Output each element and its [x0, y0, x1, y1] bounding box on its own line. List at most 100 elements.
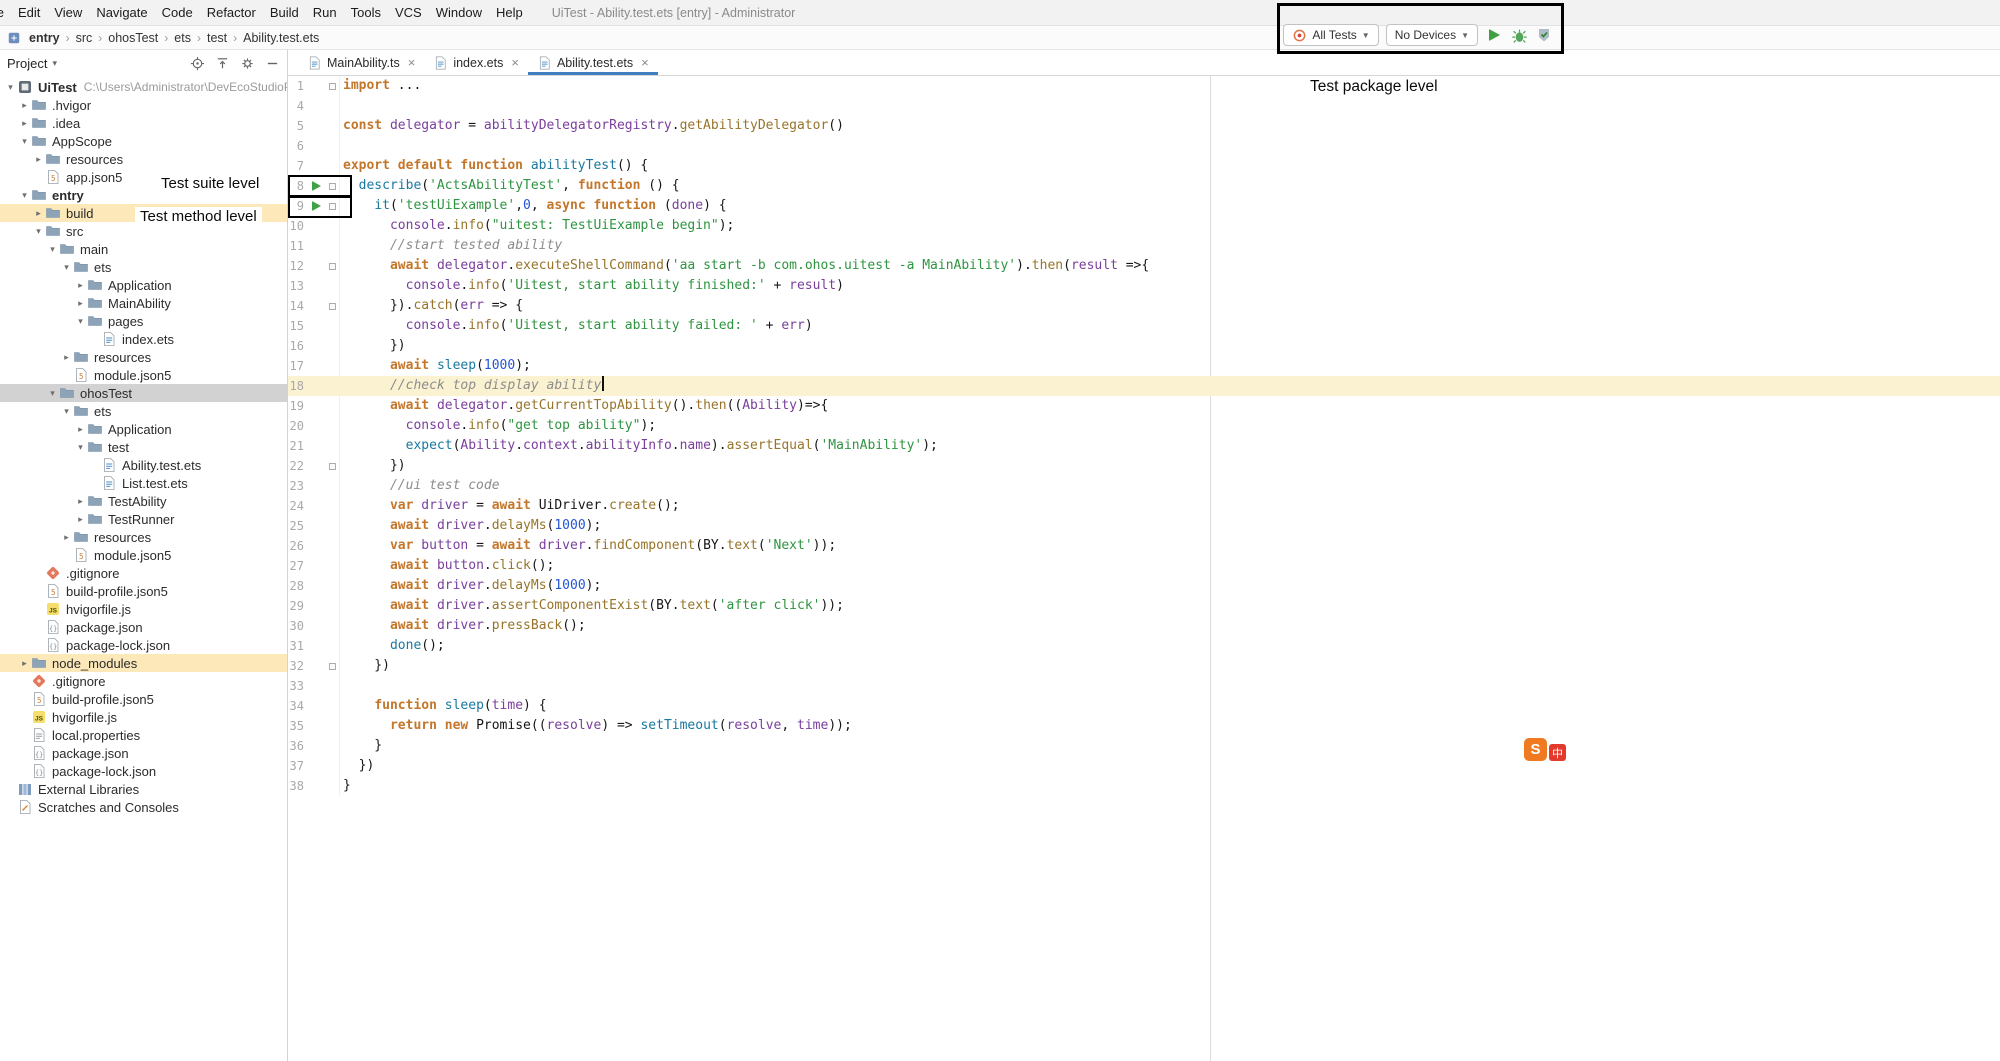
chevron-collapsed-icon[interactable]: ▸	[60, 352, 73, 363]
run-button[interactable]	[1485, 26, 1503, 44]
code-line-1[interactable]: 1import ...	[288, 76, 2000, 96]
code-line-21[interactable]: 21 expect(Ability.context.abilityInfo.na…	[288, 436, 2000, 456]
chevron-collapsed-icon[interactable]: ▸	[60, 532, 73, 543]
line-number[interactable]: 19	[288, 396, 306, 416]
line-number[interactable]: 26	[288, 536, 306, 556]
tree-item-package-lock-json[interactable]: {}package-lock.json	[0, 636, 287, 654]
code-line-29[interactable]: 29 await driver.assertComponentExist(BY.…	[288, 596, 2000, 616]
line-number[interactable]: 33	[288, 676, 306, 696]
tree-item-resources[interactable]: ▸resources	[0, 528, 287, 546]
tree-item-uitest[interactable]: ▾UiTestC:\Users\Administrator\DevEcoStud…	[0, 78, 287, 96]
chevron-collapsed-icon[interactable]: ▸	[18, 658, 31, 669]
tree-item-scratches-and-consoles[interactable]: Scratches and Consoles	[0, 798, 287, 816]
code-line-26[interactable]: 26 var button = await driver.findCompone…	[288, 536, 2000, 556]
line-number[interactable]: 16	[288, 336, 306, 356]
line-number[interactable]: 14	[288, 296, 306, 316]
hide-panel-button[interactable]	[265, 56, 280, 71]
menu-item-edit[interactable]: Edit	[11, 5, 47, 20]
menu-item-code[interactable]: Code	[155, 5, 200, 20]
tree-item-index-ets[interactable]: index.ets	[0, 330, 287, 348]
line-number[interactable]: 31	[288, 636, 306, 656]
fold-marker-icon[interactable]	[329, 663, 336, 670]
menu-item-vcs[interactable]: VCS	[388, 5, 429, 20]
fold-marker-icon[interactable]	[329, 183, 336, 190]
code-line-8[interactable]: 8 describe('ActsAbilityTest', function (…	[288, 176, 2000, 196]
line-number[interactable]: 25	[288, 516, 306, 536]
run-test-icon[interactable]	[312, 181, 321, 191]
tree-item-application[interactable]: ▸Application	[0, 276, 287, 294]
tree-item-gitignore[interactable]: .gitignore	[0, 564, 287, 582]
line-number[interactable]: 36	[288, 736, 306, 756]
fold-marker-icon[interactable]	[329, 83, 336, 90]
breadcrumb-item-ets[interactable]: ets	[172, 31, 193, 45]
tree-item-module-json5[interactable]: 5module.json5	[0, 366, 287, 384]
tree-item-mainability[interactable]: ▸MainAbility	[0, 294, 287, 312]
tree-item-node-modules[interactable]: ▸node_modules	[0, 654, 287, 672]
tab-ability-test-ets[interactable]: Ability.test.ets×	[528, 50, 658, 75]
code-line-16[interactable]: 16 })	[288, 336, 2000, 356]
tree-item-application[interactable]: ▸Application	[0, 420, 287, 438]
line-number[interactable]: 30	[288, 616, 306, 636]
menu-item-help[interactable]: Help	[489, 5, 530, 20]
menu-item-navigate[interactable]: Navigate	[89, 5, 154, 20]
line-number[interactable]: 28	[288, 576, 306, 596]
line-number[interactable]: 24	[288, 496, 306, 516]
code-line-35[interactable]: 35 return new Promise((resolve) => setTi…	[288, 716, 2000, 736]
code-line-7[interactable]: 7export default function abilityTest() {	[288, 156, 2000, 176]
breadcrumb-item-test[interactable]: test	[205, 31, 229, 45]
chevron-expanded-icon[interactable]: ▾	[60, 262, 73, 273]
tree-item-pages[interactable]: ▾pages	[0, 312, 287, 330]
fold-marker-icon[interactable]	[329, 463, 336, 470]
chevron-collapsed-icon[interactable]: ▸	[18, 100, 31, 111]
tree-item-package-json[interactable]: {}package.json	[0, 744, 287, 762]
line-number[interactable]: 27	[288, 556, 306, 576]
tree-item-package-json[interactable]: {}package.json	[0, 618, 287, 636]
code-line-22[interactable]: 22 })	[288, 456, 2000, 476]
debug-button[interactable]	[1510, 26, 1528, 44]
tree-item-hvigorfile-js[interactable]: JShvigorfile.js	[0, 708, 287, 726]
code-line-11[interactable]: 11 //start tested ability	[288, 236, 2000, 256]
line-number[interactable]: 35	[288, 716, 306, 736]
chevron-collapsed-icon[interactable]: ▸	[18, 118, 31, 129]
chevron-expanded-icon[interactable]: ▾	[4, 82, 17, 93]
code-line-5[interactable]: 5const delegator = abilityDelegatorRegis…	[288, 116, 2000, 136]
code-line-37[interactable]: 37 })	[288, 756, 2000, 776]
line-number[interactable]: 1	[288, 76, 306, 96]
run-config-selector[interactable]: All Tests ▼	[1283, 24, 1378, 46]
tree-item-appscope[interactable]: ▾AppScope	[0, 132, 287, 150]
fold-marker-icon[interactable]	[329, 263, 336, 270]
code-line-17[interactable]: 17 await sleep(1000);	[288, 356, 2000, 376]
line-number[interactable]: 21	[288, 436, 306, 456]
code-line-14[interactable]: 14 }).catch(err => {	[288, 296, 2000, 316]
chevron-collapsed-icon[interactable]: ▸	[74, 298, 87, 309]
menu-item-build[interactable]: Build	[263, 5, 306, 20]
line-number[interactable]: 32	[288, 656, 306, 676]
tree-item-resources[interactable]: ▸resources	[0, 348, 287, 366]
code-line-33[interactable]: 33	[288, 676, 2000, 696]
chevron-expanded-icon[interactable]: ▾	[74, 316, 87, 327]
gear-icon[interactable]	[240, 56, 255, 71]
code-line-4[interactable]: 4	[288, 96, 2000, 116]
tree-item-test[interactable]: ▾test	[0, 438, 287, 456]
line-number[interactable]: 12	[288, 256, 306, 276]
line-number[interactable]: 6	[288, 136, 306, 156]
line-number[interactable]: 11	[288, 236, 306, 256]
code-line-12[interactable]: 12 await delegator.executeShellCommand('…	[288, 256, 2000, 276]
line-number[interactable]: 7	[288, 156, 306, 176]
fold-marker-icon[interactable]	[329, 303, 336, 310]
line-number[interactable]: 18	[288, 376, 306, 396]
tree-item-build-profile-json5[interactable]: 5build-profile.json5	[0, 582, 287, 600]
code-line-23[interactable]: 23 //ui test code	[288, 476, 2000, 496]
tree-item-idea[interactable]: ▸.idea	[0, 114, 287, 132]
tree-item-testrunner[interactable]: ▸TestRunner	[0, 510, 287, 528]
tree-item-ability-test-ets[interactable]: Ability.test.ets	[0, 456, 287, 474]
code-line-9[interactable]: 9 it('testUiExample',0, async function (…	[288, 196, 2000, 216]
fold-marker-icon[interactable]	[329, 203, 336, 210]
menu-item-run[interactable]: Run	[306, 5, 344, 20]
code-line-20[interactable]: 20 console.info("get top ability");	[288, 416, 2000, 436]
breadcrumb-item-src[interactable]: src	[74, 31, 95, 45]
tree-item-ohostest[interactable]: ▾ohosTest	[0, 384, 287, 402]
tree-item-list-test-ets[interactable]: List.test.ets	[0, 474, 287, 492]
chevron-collapsed-icon[interactable]: ▸	[32, 208, 45, 219]
close-icon[interactable]: ×	[641, 55, 649, 70]
